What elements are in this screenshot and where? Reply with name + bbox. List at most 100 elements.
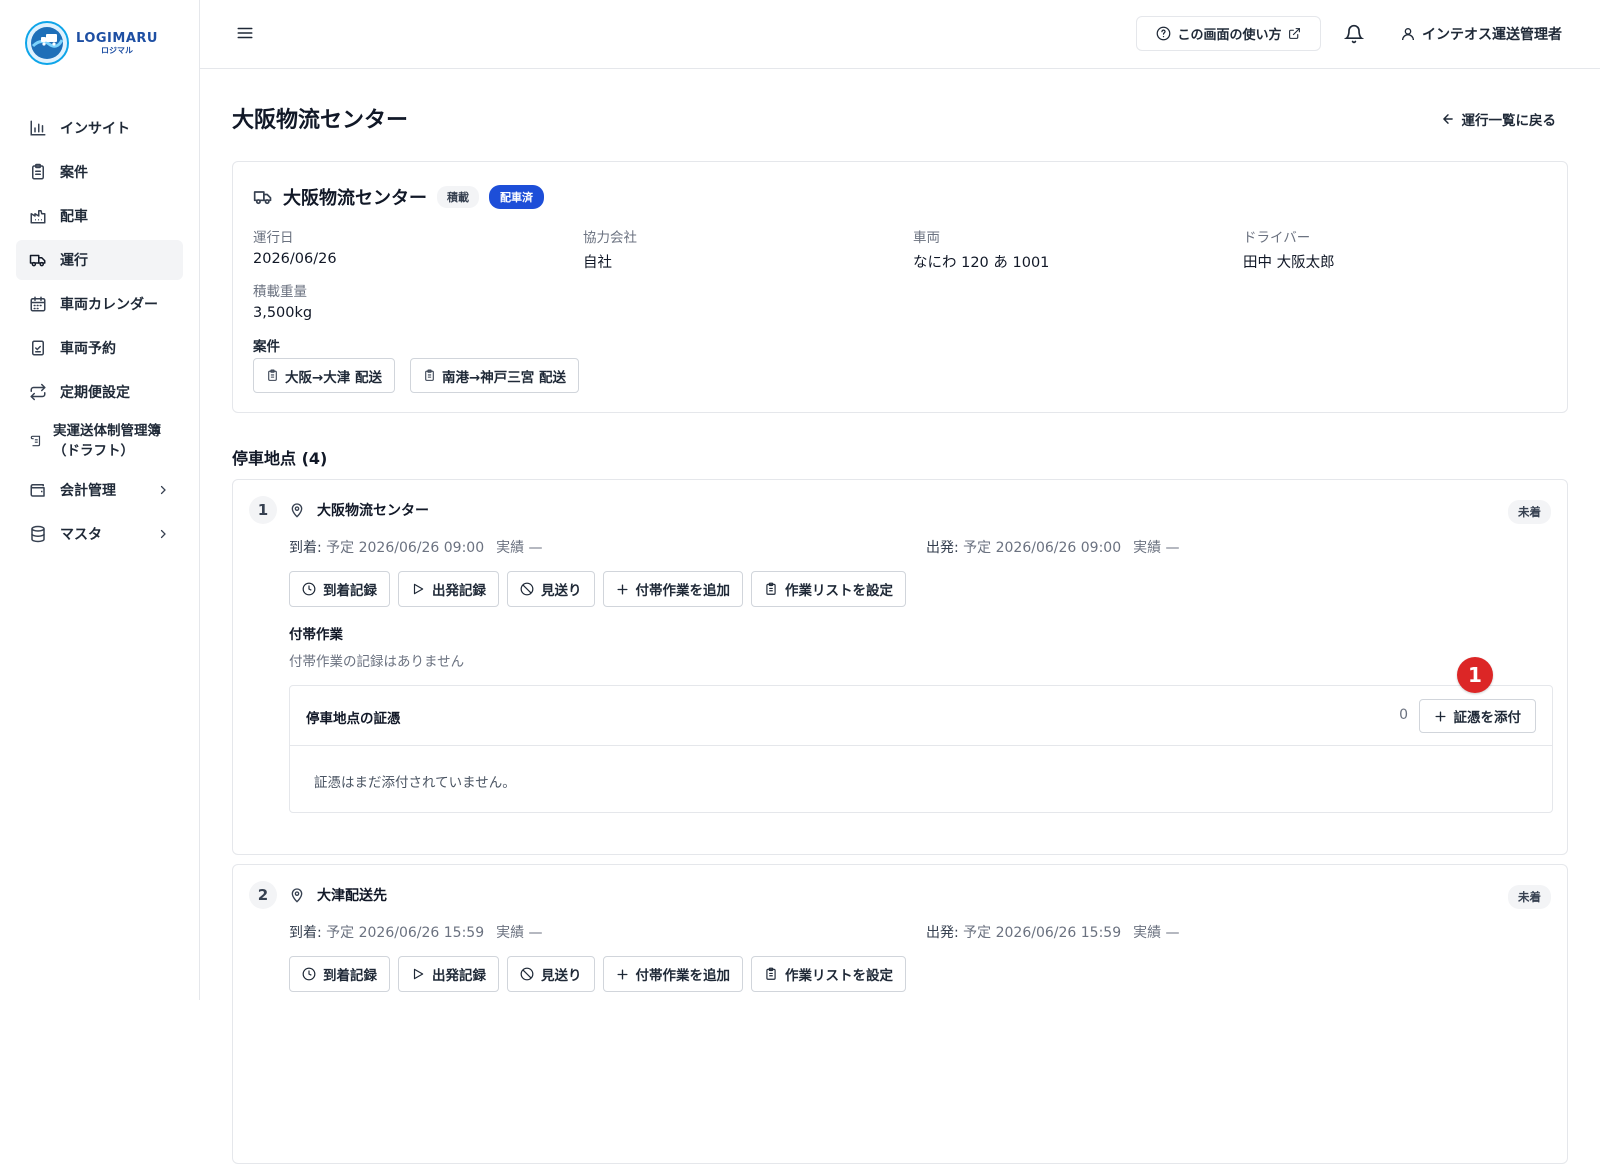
field-driver: ドライバー 田中 大阪太郎 (1243, 226, 1335, 272)
set-worklist-button[interactable]: 作業リストを設定 (751, 956, 906, 992)
user-name: インテオス運送管理者 (1422, 27, 1562, 43)
arrival-times: 到着: 予定 2026/06/26 09:00 実績 — (289, 537, 543, 557)
sidebar-item-insight[interactable]: インサイト (16, 108, 183, 148)
case-chip-label: 南港→神戸三宮 配送 (442, 369, 567, 386)
add-task-button[interactable]: 付帯作業を追加 (602, 956, 743, 992)
map-pin-icon (291, 503, 303, 518)
add-task-button[interactable]: 付帯作業を追加 (602, 571, 743, 607)
skip-button[interactable]: 見送り (507, 956, 595, 992)
field-label: ドライバー (1243, 230, 1311, 246)
chevron-right-icon (160, 529, 166, 539)
sidebar-nav: インサイト 案件 配車 運行 車両カレンダー 車両予約 定期便設定 実運送体制管… (16, 108, 183, 558)
field-load-weight: 積載重量 3,500kg (253, 280, 312, 321)
field-value: 田中 大阪太郎 (1243, 255, 1335, 271)
operation-type-tag: 積載 (437, 186, 479, 208)
sidebar-item-label: 車両予約 (60, 341, 116, 357)
case-chip-label: 大阪→大津 配送 (285, 369, 383, 386)
button-label: 到着記録 (323, 583, 377, 599)
sidebar-item-vehicle-reservation[interactable]: 車両予約 (16, 328, 183, 368)
sidebar-item-label: 会計管理 (60, 483, 116, 499)
hamburger-menu-icon[interactable] (236, 24, 254, 42)
button-label: 付帯作業を追加 (635, 968, 731, 984)
sidebar-item-label: 配車 (60, 209, 88, 225)
help-button[interactable]: この画面の使い方 (1136, 16, 1321, 51)
wallet-icon (30, 484, 45, 497)
case-chip[interactable]: 南港→神戸三宮 配送 (410, 358, 580, 393)
clipboard-check-icon (32, 340, 44, 356)
sidebar-item-cases[interactable]: 案件 (16, 152, 183, 192)
tasks-empty-message: 付帯作業の記録はありません (289, 654, 465, 670)
clipboard-icon (32, 163, 44, 180)
tasks-title: 付帯作業 (289, 627, 343, 643)
truck-icon (253, 191, 272, 205)
database-icon (31, 525, 45, 543)
clipboard-icon (425, 369, 434, 381)
ban-icon (520, 967, 534, 981)
button-label: 証憑を添付 (1453, 710, 1522, 726)
factory-icon (30, 210, 46, 224)
button-label: 到着記録 (323, 968, 377, 984)
user-menu[interactable]: インテオス運送管理者 (1400, 24, 1562, 44)
field-value: なにわ 120 あ 1001 (913, 255, 1050, 271)
stops-section-title: 停車地点 (4) (232, 449, 328, 468)
map-pin-icon (291, 888, 303, 903)
field-value: 3,500kg (253, 305, 313, 321)
bar-chart-icon (30, 120, 46, 136)
departure-planned: 予定 2026/06/26 09:00 (963, 540, 1122, 556)
sidebar: LOGIMARU ロジマル インサイト 案件 配車 運行 車両カレンダー 車両予… (0, 0, 200, 1000)
record-arrival-button[interactable]: 到着記録 (289, 571, 390, 607)
clipboard-icon (268, 369, 277, 381)
back-to-list-link[interactable]: 運行一覧に戻る (1441, 109, 1556, 129)
sidebar-item-label: マスタ (60, 527, 102, 543)
field-operation-date: 運行日 2026/06/26 (253, 226, 337, 267)
departure-actual: 実績 — (1133, 925, 1180, 941)
logo[interactable]: LOGIMARU ロジマル (24, 20, 158, 66)
bell-icon[interactable] (1344, 24, 1364, 44)
field-vehicle: 車両 なにわ 120 あ 1001 (913, 226, 1049, 272)
sidebar-item-master[interactable]: マスタ (16, 514, 183, 554)
skip-button[interactable]: 見送り (507, 571, 595, 607)
user-icon (1402, 28, 1414, 41)
logo-subtext: ロジマル (100, 45, 133, 55)
field-value: 2026/06/26 (253, 251, 337, 267)
operation-status-badge: 配車済 (489, 185, 544, 209)
set-worklist-button[interactable]: 作業リストを設定 (751, 571, 906, 607)
field-partner-company: 協力会社 自社 (583, 226, 637, 272)
chevron-right-icon (160, 485, 166, 495)
button-label: 見送り (541, 968, 582, 984)
departure-actual: 実績 — (1133, 540, 1180, 556)
arrival-actual: 実績 — (496, 925, 543, 941)
stop-number: 2 (249, 881, 277, 909)
case-chip[interactable]: 大阪→大津 配送 (253, 358, 396, 393)
ban-icon (520, 582, 534, 596)
field-label: 積載重量 (253, 284, 307, 300)
sidebar-item-dispatch[interactable]: 配車 (16, 196, 183, 236)
scroll-icon (30, 435, 41, 447)
arrival-label: 到着: (289, 925, 322, 941)
attach-evidence-button[interactable]: 証憑を添付 (1418, 699, 1536, 733)
field-label: 協力会社 (583, 230, 637, 246)
logo-mark-icon (25, 21, 69, 65)
departure-planned: 予定 2026/06/26 15:59 (963, 925, 1122, 941)
arrow-left-icon (1442, 114, 1453, 124)
record-departure-button[interactable]: 出発記録 (398, 571, 499, 607)
stop-card: 2 大津配送先 未着 到着: 予定 2026/06/26 15:59 実績 — 出… (232, 864, 1568, 1164)
repeat-icon (30, 383, 46, 401)
sidebar-item-operations[interactable]: 運行 (16, 240, 183, 280)
sidebar-item-vehicle-calendar[interactable]: 車両カレンダー (16, 284, 183, 324)
evidence-empty-message: 証憑はまだ添付されていません。 (314, 775, 516, 791)
stop-name: 大阪物流センター (317, 503, 429, 519)
field-label: 運行日 (253, 230, 294, 246)
page-title: 大阪物流センター (232, 108, 409, 133)
sidebar-item-accounting[interactable]: 会計管理 (16, 470, 183, 510)
button-label: 付帯作業を追加 (635, 583, 731, 599)
record-departure-button[interactable]: 出発記録 (398, 956, 499, 992)
plus-icon (616, 583, 628, 595)
sidebar-item-transport-ledger[interactable]: 実運送体制管理簿 （ドラフト） (16, 416, 183, 466)
calendar-icon (30, 296, 46, 312)
play-icon (413, 968, 424, 980)
sidebar-item-recurring[interactable]: 定期便設定 (16, 372, 183, 412)
stop-actions: 到着記録 出発記録 見送り 付帯作業を追加 作業リストを設定 (289, 571, 906, 607)
record-arrival-button[interactable]: 到着記録 (289, 956, 390, 992)
field-label: 車両 (913, 230, 940, 246)
